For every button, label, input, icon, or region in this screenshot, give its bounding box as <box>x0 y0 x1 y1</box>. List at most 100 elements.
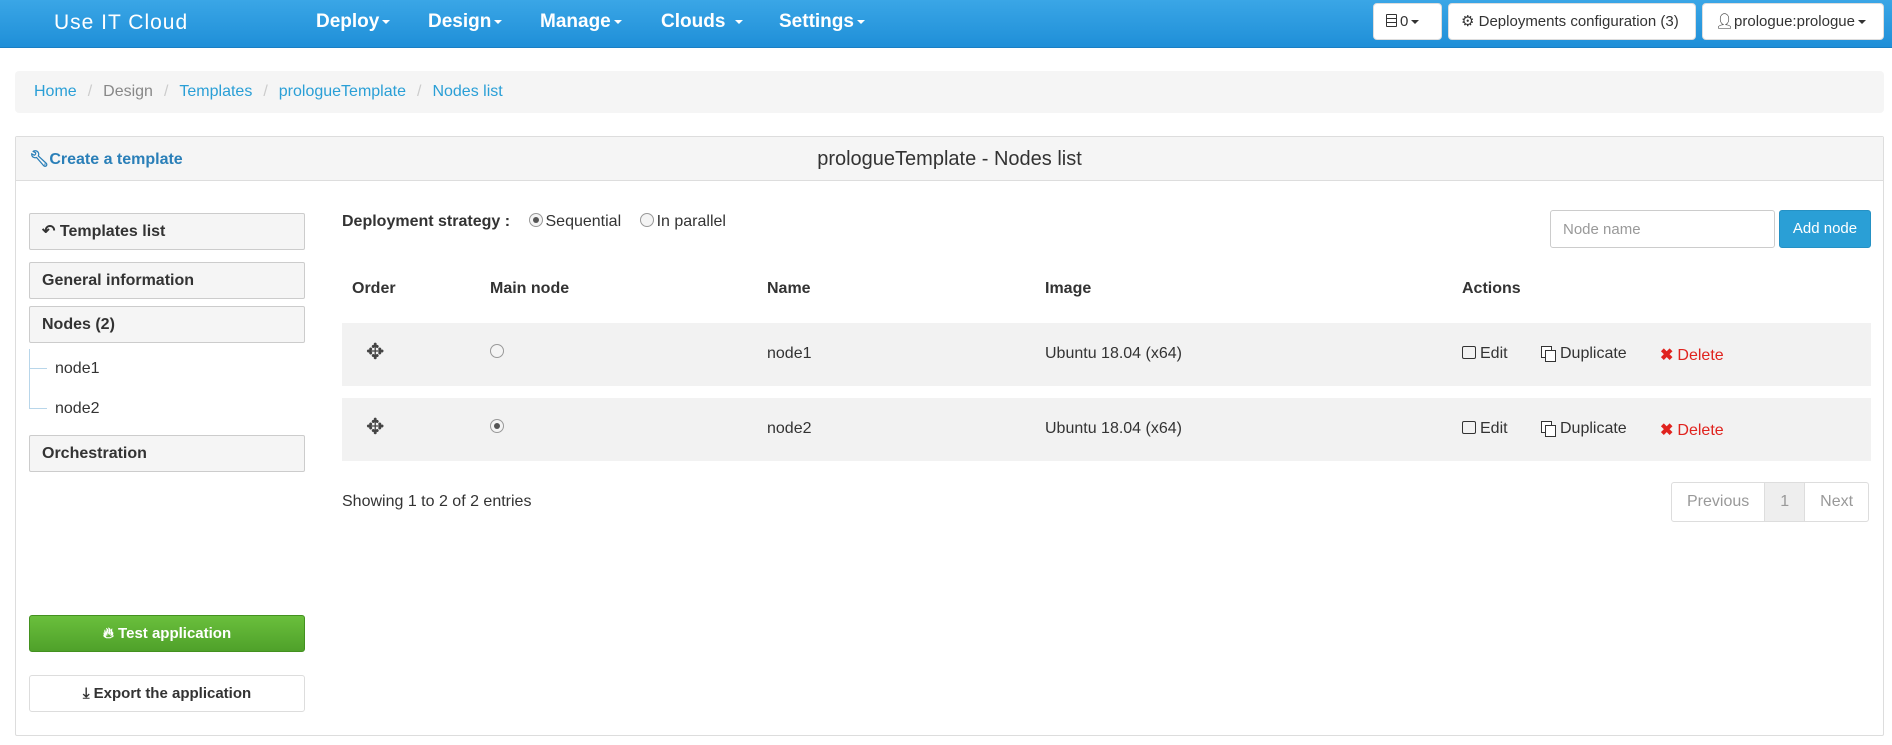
duplicate-button[interactable]: Duplicate <box>1541 345 1627 363</box>
delete-label: Delete <box>1677 347 1724 364</box>
pagination-next[interactable]: Next <box>1804 483 1868 521</box>
node-name-input[interactable] <box>1550 210 1775 248</box>
main-node-radio[interactable] <box>490 419 507 437</box>
chevron-down-icon <box>382 19 391 24</box>
edit-icon <box>1462 346 1476 359</box>
chevron-down-icon <box>856 19 865 24</box>
menu-manage[interactable]: Manage <box>540 11 622 33</box>
deployments-configuration-button[interactable]: ⚙ Deployments configuration (3) <box>1448 3 1696 40</box>
chevron-down-icon <box>1411 20 1420 25</box>
breadcrumb-home[interactable]: Home <box>34 83 77 100</box>
node-image: Ubuntu 18.04 (x64) <box>1045 420 1182 437</box>
pagination-page-1[interactable]: 1 <box>1764 483 1805 521</box>
chevron-down-icon <box>494 19 503 24</box>
tree-item-label: node1 <box>55 360 100 377</box>
menu-clouds-label: Clouds <box>661 11 726 32</box>
delete-icon: ✖ <box>1660 422 1674 439</box>
orchestration-button[interactable]: Orchestration <box>29 435 305 472</box>
table-row: ✥ node2 Ubuntu 18.04 (x64) Edit Duplicat… <box>342 398 1871 461</box>
tree-item-label: node2 <box>55 400 100 417</box>
export-icon: ⤓ <box>82 685 90 702</box>
duplicate-label: Duplicate <box>1560 420 1627 437</box>
radio-sequential[interactable] <box>528 213 543 227</box>
menu-settings[interactable]: Settings <box>779 11 865 33</box>
deployment-strategy-label: Deployment strategy : <box>342 213 511 230</box>
menu-manage-label: Manage <box>540 11 611 32</box>
panel-heading: 🔧︎Create a template prologueTemplate - N… <box>16 137 1883 181</box>
strategy-option-parallel[interactable]: In parallel <box>639 213 726 230</box>
tree-item-node1[interactable]: node1 <box>29 360 100 378</box>
breadcrumb-separator: / <box>263 83 268 100</box>
edit-icon <box>1462 421 1476 434</box>
deployment-strategy: Deployment strategy : Sequential In para… <box>342 213 740 231</box>
chevron-down-icon <box>613 19 622 24</box>
add-node-button[interactable]: Add node <box>1779 210 1871 248</box>
menu-deploy[interactable]: Deploy <box>316 11 391 33</box>
move-icon[interactable]: ✥ <box>366 414 384 440</box>
pagination: Previous 1 Next <box>1671 482 1870 522</box>
test-application-label: Test application <box>118 625 232 642</box>
menu-settings-label: Settings <box>779 11 854 32</box>
nodes-button[interactable]: Nodes (2) <box>29 306 305 343</box>
gear-icon: ⚙ <box>1461 13 1475 30</box>
menu-deploy-label: Deploy <box>316 11 380 32</box>
export-application-label: Export the application <box>93 685 252 702</box>
table-row: ✥ node1 Ubuntu 18.04 (x64) Edit Duplicat… <box>342 323 1871 386</box>
menu-design[interactable]: Design <box>428 11 503 33</box>
main-node-radio[interactable] <box>490 344 507 362</box>
duplicate-label: Duplicate <box>1560 345 1627 362</box>
delete-button[interactable]: ✖ Delete <box>1660 345 1724 365</box>
tree-connector <box>29 408 47 410</box>
column-header-image: Image <box>1045 280 1092 297</box>
duplicate-button[interactable]: Duplicate <box>1541 420 1627 438</box>
chevron-down-icon <box>1857 20 1866 25</box>
general-information-button[interactable]: General information <box>29 262 305 299</box>
test-application-button[interactable]: 🔥︎ Test application <box>29 615 305 652</box>
column-header-order: Order <box>352 280 396 297</box>
radio-main-node[interactable] <box>490 419 504 433</box>
top-navbar: Use IT Cloud Deploy Design Manage Clouds… <box>0 0 1892 48</box>
column-header-actions: Actions <box>1462 280 1521 297</box>
general-information-label: General information <box>42 272 195 289</box>
delete-button[interactable]: ✖ Delete <box>1660 420 1724 440</box>
delete-label: Delete <box>1677 422 1724 439</box>
user-name: prologue:prologue <box>1734 13 1855 30</box>
move-icon[interactable]: ✥ <box>366 339 384 365</box>
node-name: node1 <box>767 345 812 362</box>
page-title: prologueTemplate - Nodes list <box>817 148 1082 170</box>
breadcrumb-nodes-list[interactable]: Nodes list <box>432 83 502 100</box>
duplicate-icon <box>1541 421 1556 437</box>
pagination-previous[interactable]: Previous <box>1672 483 1764 521</box>
chevron-down-icon <box>735 19 744 24</box>
brand-logo[interactable]: Use IT Cloud <box>54 11 188 35</box>
menu-clouds[interactable]: Clouds <box>661 11 744 33</box>
node-name: node2 <box>767 420 812 437</box>
breadcrumb-template[interactable]: prologueTemplate <box>279 83 406 100</box>
edit-label: Edit <box>1480 345 1508 362</box>
breadcrumb-separator: / <box>416 83 422 100</box>
strategy-option-sequential[interactable]: Sequential <box>528 213 622 230</box>
breadcrumb-separator: / <box>87 83 93 100</box>
delete-icon: ✖ <box>1660 347 1674 364</box>
tree-item-node2[interactable]: node2 <box>29 400 100 418</box>
orchestration-label: Orchestration <box>42 445 147 462</box>
strategy-option-label: Sequential <box>545 213 622 230</box>
reply-icon: ↶ <box>42 223 56 240</box>
edit-button[interactable]: Edit <box>1462 420 1508 438</box>
breadcrumb-separator: / <box>163 83 169 100</box>
duplicate-icon <box>1541 346 1556 362</box>
templates-list-button[interactable]: ↶ Templates list <box>29 213 305 250</box>
radio-main-node[interactable] <box>490 344 504 358</box>
server-count: 0 <box>1400 13 1409 30</box>
user-menu[interactable]: 👤︎prologue:prologue <box>1702 3 1884 40</box>
server-icon <box>1386 14 1397 27</box>
servers-dropdown[interactable]: 0 <box>1373 3 1442 40</box>
deployments-configuration-label: Deployments configuration (3) <box>1478 13 1679 30</box>
breadcrumb-templates[interactable]: Templates <box>179 83 252 100</box>
menu-design-label: Design <box>428 11 492 32</box>
radio-parallel[interactable] <box>639 213 654 227</box>
edit-button[interactable]: Edit <box>1462 345 1508 363</box>
user-icon: 👤︎ <box>1715 13 1735 30</box>
column-header-name: Name <box>767 280 811 297</box>
export-application-button[interactable]: ⤓ Export the application <box>29 675 305 712</box>
